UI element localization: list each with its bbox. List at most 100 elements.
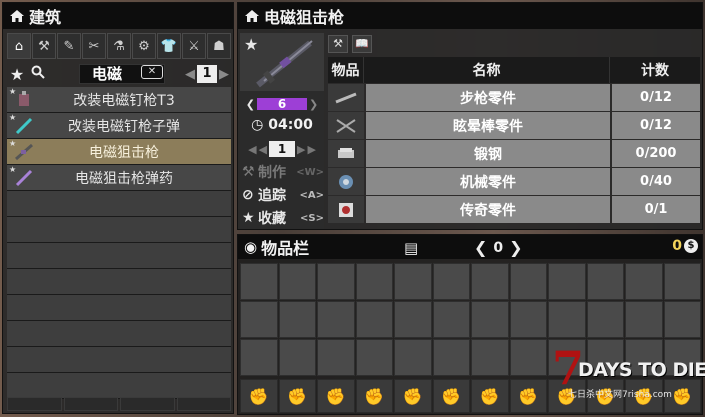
- clear-search-icon[interactable]: ✕: [141, 65, 163, 79]
- toolbelt-slot[interactable]: ✊: [471, 379, 509, 413]
- inventory-slot[interactable]: [278, 263, 316, 300]
- category-tab-science[interactable]: ⚗: [107, 33, 131, 59]
- inventory-slot[interactable]: [355, 301, 393, 338]
- ingredient-row[interactable]: 传奇零件 0/1: [328, 196, 700, 223]
- recipe-label: 电磁狙击枪弹药: [75, 170, 173, 187]
- track-label: 追踪: [258, 188, 286, 204]
- count-prev-icon[interactable]: ◀: [259, 143, 267, 156]
- inventory-slot[interactable]: [394, 339, 432, 376]
- inventory-slot[interactable]: [548, 301, 586, 338]
- inventory-slot[interactable]: [586, 263, 624, 300]
- count-last-icon[interactable]: ▶: [307, 143, 315, 156]
- inventory-slot[interactable]: [509, 301, 547, 338]
- detail-tool-row: ⚒ 📖: [328, 33, 700, 55]
- inventory-slot[interactable]: [471, 339, 509, 376]
- inventory-slot[interactable]: [278, 301, 316, 338]
- mini-star-icon: ★: [9, 139, 17, 148]
- inventory-slot[interactable]: [240, 263, 278, 300]
- category-tab-food[interactable]: ⚔: [182, 33, 206, 59]
- ingredient-count: 0/12: [612, 84, 700, 111]
- inventory-slot[interactable]: [394, 301, 432, 338]
- inventory-prev-icon[interactable]: ❮: [474, 238, 487, 257]
- item-preview-pane: ★ ❮ 6 ❯ ◷ 04:00 ◀ ◀ 1 ▶ ▶ ⚒ 制作 <W> ⊘ 追踪 …: [240, 33, 324, 229]
- favorite-button[interactable]: ★ 收藏 <S>: [242, 207, 324, 229]
- toolbelt-slot[interactable]: ✊: [317, 379, 355, 413]
- inventory-slot[interactable]: [317, 339, 355, 376]
- category-tab-all[interactable]: ⌂: [7, 33, 31, 59]
- tier-down-icon[interactable]: ❮: [246, 98, 255, 111]
- toolbelt-slot[interactable]: ✊: [355, 379, 393, 413]
- inventory-slot[interactable]: [240, 339, 278, 376]
- toolbelt-slot[interactable]: ✊: [240, 379, 278, 413]
- inventory-slot[interactable]: [240, 301, 278, 338]
- workbench-icon[interactable]: ⚒: [328, 35, 348, 53]
- recipe-row[interactable]: ★ 改装电磁钉枪T3: [7, 87, 231, 113]
- inventory-slot[interactable]: [355, 339, 393, 376]
- inventory-next-icon[interactable]: ❯: [509, 238, 522, 257]
- queue-slot[interactable]: [120, 397, 175, 411]
- queue-slot[interactable]: [176, 397, 231, 411]
- inventory-slot[interactable]: [509, 263, 547, 300]
- favorite-label: 收藏: [258, 211, 286, 227]
- ingredient-name: 传奇零件: [366, 196, 610, 223]
- category-tab-resources[interactable]: ✎: [57, 33, 81, 59]
- inventory-slot[interactable]: [317, 301, 355, 338]
- book-icon[interactable]: 📖: [352, 35, 372, 53]
- inventory-slot[interactable]: [471, 301, 509, 338]
- recipe-row[interactable]: ★ 改装电磁钉枪子弹: [7, 113, 231, 139]
- inventory-slot[interactable]: [548, 263, 586, 300]
- category-tab-ammo[interactable]: ⚙: [132, 33, 156, 59]
- recipe-detail-panel: 电磁狙击枪 ★ ❮ 6 ❯ ◷ 04:00 ◀ ◀ 1 ▶ ▶ ⚒ 制作 <W>…: [237, 2, 703, 230]
- detail-title: 电磁狙击枪: [264, 8, 345, 27]
- inventory-slot[interactable]: [625, 263, 663, 300]
- header-count: 计数: [641, 63, 669, 79]
- category-tab-decor[interactable]: ☗: [207, 33, 231, 59]
- craft-count-input[interactable]: 1: [269, 141, 295, 157]
- ingredient-count: 0/40: [612, 168, 700, 195]
- inventory-slot[interactable]: [317, 263, 355, 300]
- mini-star-icon: ★: [9, 165, 17, 174]
- category-tab-building[interactable]: ⚒: [32, 33, 56, 59]
- inventory-slot[interactable]: [586, 301, 624, 338]
- inventory-slot[interactable]: [509, 339, 547, 376]
- ingredient-row[interactable]: 锻钢 0/200: [328, 140, 700, 167]
- toolbelt-slot[interactable]: ✊: [432, 379, 470, 413]
- ingredient-row[interactable]: 机械零件 0/40: [328, 168, 700, 195]
- recipe-row-selected[interactable]: ★ 电磁狙击枪: [7, 139, 231, 165]
- mini-star-icon: ★: [9, 87, 17, 96]
- inventory-slot[interactable]: [625, 301, 663, 338]
- empty-recipe-row: [7, 373, 231, 399]
- category-tab-tools[interactable]: ✂: [82, 33, 106, 59]
- ingredient-row[interactable]: 步枪零件 0/12: [328, 84, 700, 111]
- toolbelt-slot[interactable]: ✊: [509, 379, 547, 413]
- clock-icon: ◷: [251, 117, 264, 133]
- recipe-page-number[interactable]: 1: [197, 65, 217, 83]
- category-tab-clothing[interactable]: 👕: [157, 33, 181, 59]
- inventory-slot[interactable]: [471, 263, 509, 300]
- prev-page-icon[interactable]: ◀: [185, 67, 195, 82]
- queue-slot[interactable]: [7, 397, 62, 411]
- inventory-slot[interactable]: [432, 301, 470, 338]
- craft-button[interactable]: ⚒ 制作 <W>: [242, 161, 324, 183]
- count-first-icon[interactable]: ◀: [248, 143, 256, 156]
- tier-up-icon[interactable]: ❯: [309, 98, 318, 111]
- toolbelt-slot[interactable]: ✊: [394, 379, 432, 413]
- ingredient-count: 0/200: [612, 140, 700, 167]
- next-page-icon[interactable]: ▶: [219, 67, 229, 82]
- inventory-slot[interactable]: [432, 339, 470, 376]
- inventory-slot[interactable]: [278, 339, 316, 376]
- track-button[interactable]: ⊘ 追踪 <A>: [242, 184, 324, 206]
- recipe-label: 电磁狙击枪: [89, 144, 159, 161]
- inventory-slot[interactable]: [663, 301, 701, 338]
- inventory-slot[interactable]: [663, 263, 701, 300]
- inventory-slot[interactable]: [432, 263, 470, 300]
- favorites-star-icon[interactable]: ★: [7, 65, 27, 84]
- inventory-slot[interactable]: [394, 263, 432, 300]
- count-next-icon[interactable]: ▶: [297, 143, 305, 156]
- ingredient-row[interactable]: 眩晕棒零件 0/12: [328, 112, 700, 139]
- inventory-slot[interactable]: [355, 263, 393, 300]
- queue-slot[interactable]: [63, 397, 118, 411]
- toolbelt-slot[interactable]: ✊: [278, 379, 316, 413]
- recipe-row[interactable]: ★ 电磁狙击枪弹药: [7, 165, 231, 191]
- sort-icon[interactable]: ▤: [404, 239, 418, 257]
